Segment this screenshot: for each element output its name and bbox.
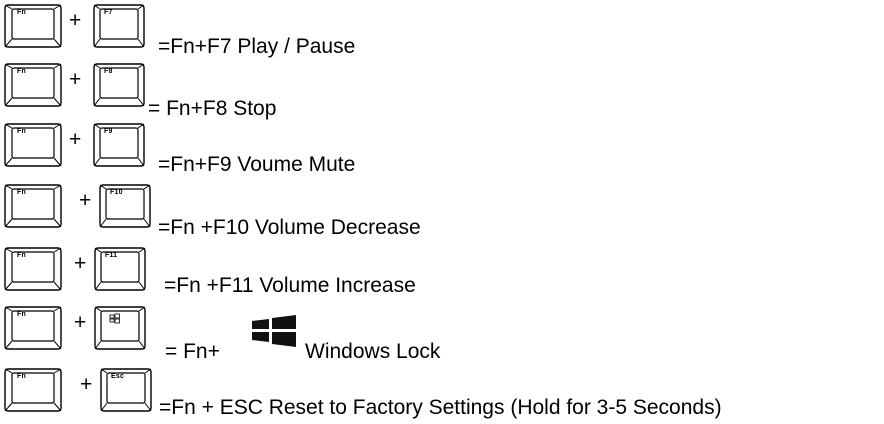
- fn-key-label: Fn: [17, 311, 26, 318]
- f7-key-label: F7: [104, 9, 113, 16]
- plus-sign: +: [69, 9, 82, 32]
- shortcut-description: = Fn+F8 Stop: [148, 97, 277, 120]
- f11-key-label: F11: [105, 252, 118, 259]
- shortcut-row-play-pause: Fn + F7 =Fn+F7 Play / Pause: [0, 4, 884, 60]
- fn-key: Fn: [4, 184, 66, 228]
- fn-key: Fn: [4, 247, 66, 291]
- shortcut-row-volume-decrease: Fn + F10 =Fn +F10 Volume Decrease: [0, 184, 884, 240]
- fn-key: Fn: [4, 306, 66, 350]
- f9-key-label: F9: [104, 128, 113, 135]
- shortcut-row-factory-reset: Fn + Esc =Fn + ESC Reset to Factory Sett…: [0, 368, 884, 424]
- shortcut-description-prefix: = Fn+: [165, 340, 220, 363]
- plus-sign: +: [69, 68, 82, 91]
- shortcut-row-windows-lock: Fn + = Fn+ Windows Lock: [0, 306, 884, 363]
- fn-key-label: Fn: [17, 9, 26, 16]
- shortcut-description: =Fn + ESC Reset to Factory Settings (Hol…: [159, 396, 722, 419]
- fn-key-label: Fn: [17, 252, 26, 259]
- fn-key: Fn: [4, 4, 66, 48]
- shortcut-description: =Fn+F7 Play / Pause: [158, 35, 356, 58]
- plus-sign: +: [69, 128, 82, 151]
- f8-key-label: F8: [104, 68, 113, 75]
- shortcut-description-suffix: Windows Lock: [305, 340, 441, 363]
- fn-key: Fn: [4, 368, 66, 412]
- plus-sign: +: [74, 311, 87, 334]
- f8-key: F8: [93, 63, 147, 107]
- fn-key: Fn: [4, 123, 66, 167]
- plus-sign: +: [80, 373, 93, 396]
- windows-logo-icon: [252, 315, 296, 347]
- shortcut-row-volume-increase: Fn + F11 =Fn +F11 Volume Increase: [0, 247, 884, 303]
- shortcut-row-stop: Fn + F8 = Fn+F8 Stop: [0, 63, 884, 120]
- windows-key: [94, 306, 148, 350]
- fn-key-label: Fn: [17, 373, 26, 380]
- shortcut-description: =Fn +F10 Volume Decrease: [158, 216, 421, 239]
- fn-key-label: Fn: [17, 68, 26, 75]
- fn-key-label: Fn: [17, 189, 26, 196]
- esc-key-label: Esc: [111, 373, 125, 380]
- fn-key-label: Fn: [17, 128, 26, 135]
- shortcut-description: =Fn +F11 Volume Increase: [164, 274, 416, 297]
- plus-sign: +: [79, 189, 92, 212]
- shortcut-row-mute: Fn + F9 =Fn+F9 Voume Mute: [0, 123, 884, 179]
- f10-key-label: F10: [110, 189, 123, 196]
- fn-key: Fn: [4, 63, 66, 107]
- f11-key: F11: [94, 247, 148, 291]
- f9-key: F9: [93, 123, 147, 167]
- f10-key: F10: [99, 184, 153, 228]
- plus-sign: +: [74, 252, 87, 275]
- f7-key: F7: [93, 4, 147, 48]
- esc-key: Esc: [100, 368, 154, 412]
- shortcut-description: =Fn+F9 Voume Mute: [158, 153, 356, 176]
